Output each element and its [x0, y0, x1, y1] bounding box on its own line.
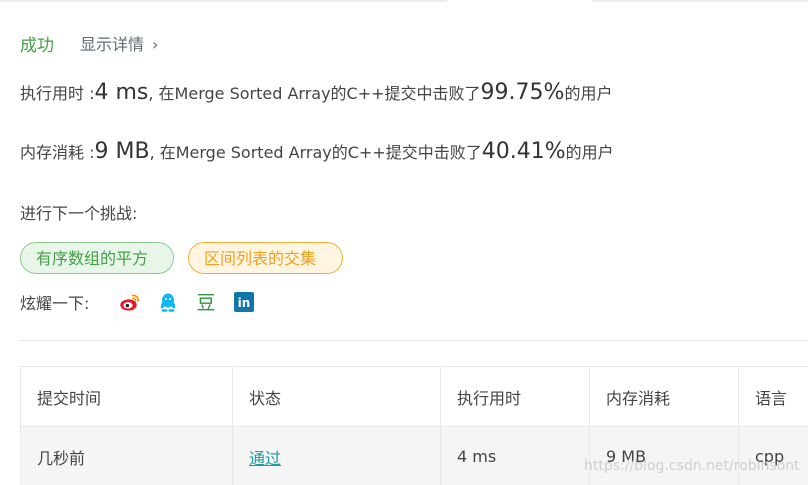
cell-language: cpp	[738, 426, 808, 485]
runtime-text-end: 的用户	[564, 84, 613, 103]
section-divider	[20, 340, 808, 341]
memory-text-mid: , 在Merge Sorted Array的C++提交中击败了	[149, 143, 482, 162]
memory-label: 内存消耗 :	[20, 143, 95, 162]
linkedin-icon[interactable]: in	[233, 291, 255, 313]
active-tab-indicator	[447, 0, 592, 2]
douban-icon[interactable]: 豆	[195, 291, 217, 314]
header-runtime: 执行用时	[440, 366, 590, 427]
svg-text:in: in	[238, 296, 251, 310]
runtime-label: 执行用时 :	[20, 84, 95, 103]
status-success-label: 成功	[20, 35, 54, 56]
qq-icon[interactable]	[157, 291, 179, 313]
cell-submit-time: 几秒前	[20, 426, 233, 485]
weibo-icon[interactable]	[119, 291, 141, 313]
memory-value: 9 MB	[94, 139, 150, 164]
header-status: 状态	[232, 366, 441, 427]
header-memory: 内存消耗	[589, 366, 739, 427]
runtime-stat: 执行用时 : 4 ms , 在Merge Sorted Array的C++提交中…	[20, 80, 612, 105]
memory-text-end: 的用户	[565, 143, 614, 162]
cell-memory: 9 MB	[589, 426, 739, 485]
runtime-value: 4 ms	[94, 80, 149, 105]
next-challenge-label: 进行下一个挑战:	[20, 204, 138, 223]
status-pass-link[interactable]: 通过	[249, 449, 281, 468]
memory-percent: 40.41%	[481, 139, 566, 164]
share-row: 炫耀一下: 豆 in	[20, 288, 255, 316]
show-details-link[interactable]: 显示详情 ›	[80, 31, 158, 55]
status-row: 成功 显示详情 ›	[20, 30, 158, 56]
table-row: 几秒前 通过 4 ms 9 MB cpp	[20, 426, 808, 485]
share-icons: 豆 in	[119, 291, 255, 314]
challenge-tag-interval-list-intersections[interactable]: 区间列表的交集	[188, 242, 343, 274]
runtime-percent: 99.75%	[480, 80, 565, 105]
chevron-right-icon: ›	[152, 35, 159, 54]
header-language: 语言	[738, 366, 808, 427]
submission-result-page: 成功 显示详情 › 执行用时 : 4 ms , 在Merge Sorted Arr…	[0, 0, 808, 485]
top-border	[0, 0, 808, 2]
challenge-tag-squares-of-sorted-array[interactable]: 有序数组的平方	[20, 242, 174, 274]
cell-runtime: 4 ms	[440, 426, 590, 485]
svg-text:豆: 豆	[197, 292, 216, 313]
runtime-text-mid: , 在Merge Sorted Array的C++提交中击败了	[148, 84, 481, 103]
memory-stat: 内存消耗 : 9 MB , 在Merge Sorted Array的C++提交中…	[20, 139, 614, 164]
cell-status: 通过	[232, 426, 441, 485]
share-label: 炫耀一下:	[20, 294, 90, 313]
watermark: https://blog.csdn.net/robinsont	[584, 458, 800, 474]
table-header-row: 提交时间 状态 执行用时 内存消耗 语言	[20, 366, 808, 427]
show-details-label: 显示详情	[80, 35, 145, 54]
header-submit-time: 提交时间	[20, 366, 233, 427]
